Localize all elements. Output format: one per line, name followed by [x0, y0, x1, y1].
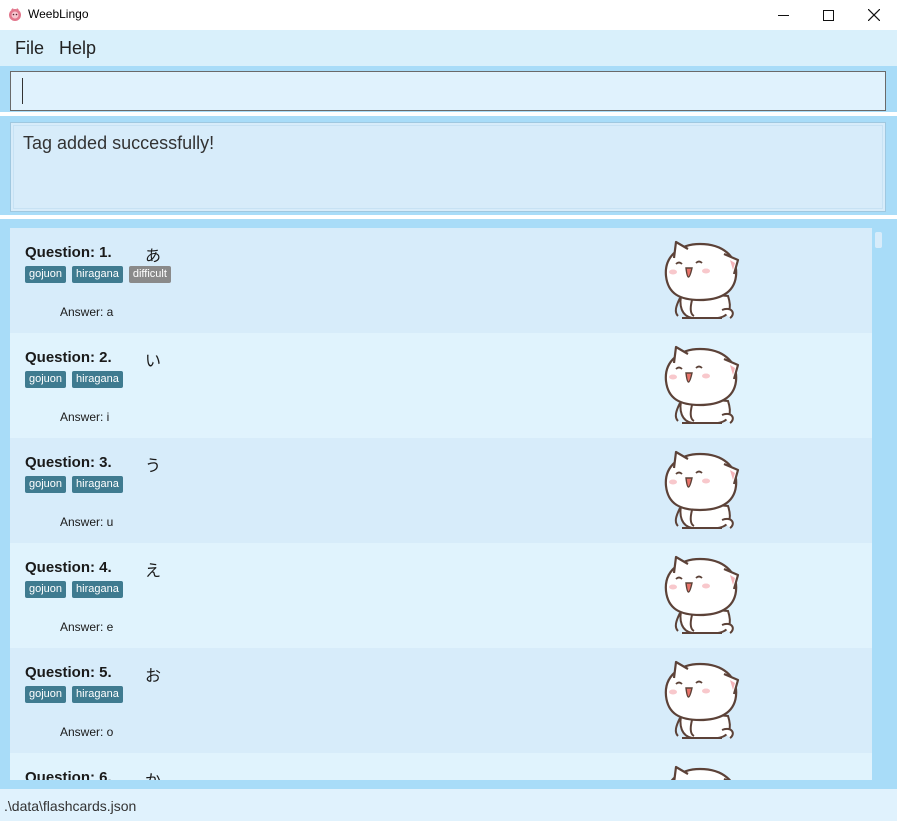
answer-text: Answer: e [60, 620, 114, 634]
tag-gojuon: gojuon [25, 266, 67, 283]
question-kana: あ [145, 246, 162, 265]
close-icon [868, 9, 880, 21]
result-message: Tag added successfully! [23, 133, 215, 153]
cat-mascot-icon [664, 450, 740, 529]
question-kana: い [145, 351, 162, 370]
text-caret [22, 78, 23, 104]
question-label: Question: 5. [25, 664, 112, 681]
tag-list: gojuon hiragana [25, 371, 123, 388]
command-input[interactable] [10, 71, 886, 111]
question-kana: お [145, 666, 162, 685]
cat-mascot-icon [664, 240, 740, 319]
flashcard-list[interactable]: Question: 1. あ gojuon hiragana difficult A… [10, 228, 872, 780]
tag-hiragana: hiragana [72, 266, 123, 283]
flashcard[interactable]: Question: 3. う gojuon hiragana Answer: u [10, 438, 872, 543]
tag-list: gojuon hiragana difficult [25, 266, 171, 283]
tag-gojuon: gojuon [25, 476, 67, 493]
app-logo-icon [9, 8, 21, 21]
cat-mascot-icon [664, 660, 740, 739]
flashcard[interactable]: Question: 1. あ gojuon hiragana difficult A… [10, 228, 872, 333]
tag-difficult: difficult [128, 266, 171, 283]
result-display: Tag added successfully! [10, 122, 886, 212]
list-scrollbar[interactable] [873, 228, 886, 780]
question-label: Question: 6. [25, 769, 112, 780]
tag-list: gojuon hiragana [25, 686, 123, 703]
flashcard[interactable]: Question: 4. え gojuon hiragana Answer: e [10, 543, 872, 648]
title-bar: WeebLingo [0, 0, 897, 30]
question-kana: え [145, 561, 162, 580]
answer-text: Answer: u [60, 515, 114, 529]
question-label: Question: 3. [25, 454, 112, 471]
answer-text: Answer: i [60, 410, 110, 424]
flashcard[interactable]: Question: 2. い gojuon hiragana Answer: i [10, 333, 872, 438]
cat-mascot-icon [664, 555, 740, 634]
tag-hiragana: hiragana [72, 476, 123, 493]
tag-list: gojuon hiragana [25, 581, 123, 598]
question-label: Question: 4. [25, 559, 112, 576]
flashcard[interactable]: Question: 6. か gojuonhiragana Answer: ka [10, 753, 872, 780]
maximize-icon [822, 9, 834, 21]
status-bar: .\data\flashcards.json [0, 789, 897, 821]
question-label: Question: 1. [25, 244, 112, 261]
tag-hiragana: hiragana [72, 371, 123, 388]
tag-gojuon: gojuon [25, 371, 67, 388]
menu-bar: File Help [0, 30, 897, 66]
cat-mascot-icon [671, 765, 731, 780]
question-kana: う [145, 456, 162, 475]
data-file-path: .\data\flashcards.json [4, 798, 137, 814]
answer-text: Answer: a [60, 305, 114, 319]
tag-gojuon: gojuon [25, 686, 67, 703]
answer-text: Answer: o [60, 725, 114, 739]
scrollbar-thumb[interactable] [875, 232, 882, 248]
menu-help[interactable]: Help [59, 38, 96, 59]
divider [0, 112, 897, 116]
divider [0, 215, 897, 219]
tag-hiragana: hiragana [72, 686, 123, 703]
maximize-button[interactable] [805, 0, 851, 30]
tag-hiragana: hiragana [72, 581, 123, 598]
minimize-button[interactable] [760, 0, 806, 30]
tag-list: gojuon hiragana [25, 476, 123, 493]
minimize-icon [777, 14, 789, 16]
flashcard[interactable]: Question: 5. お gojuon hiragana Answer: o [10, 648, 872, 753]
question-kana: か [145, 767, 161, 780]
cat-mascot-icon [664, 345, 740, 424]
tag-gojuon: gojuon [25, 581, 67, 598]
window-title: WeebLingo [28, 7, 89, 21]
menu-file[interactable]: File [15, 38, 44, 59]
close-button[interactable] [851, 0, 897, 30]
question-label: Question: 2. [25, 349, 112, 366]
